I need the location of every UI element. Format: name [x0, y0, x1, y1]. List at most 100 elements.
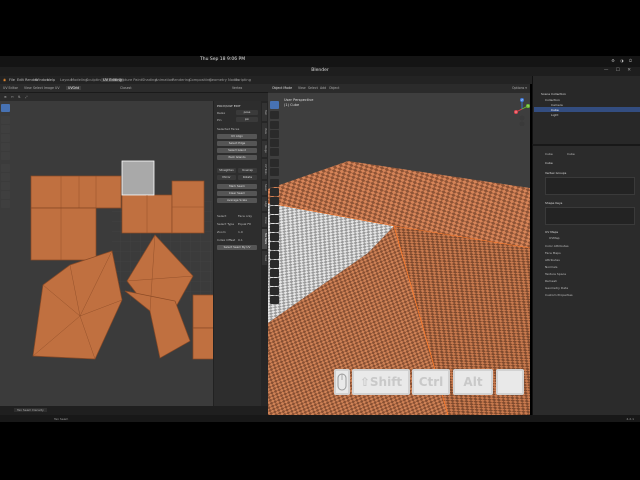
tab-uv-tools[interactable]: UV Tools [262, 159, 267, 179]
menu-file[interactable]: File [9, 78, 15, 82]
mesh-data-selector[interactable]: Cube [545, 161, 553, 165]
menu-help[interactable]: Help [47, 78, 55, 82]
pinch-tool-icon[interactable] [1, 191, 10, 199]
vp-spin-icon[interactable] [270, 233, 279, 241]
vp-inset-icon[interactable] [270, 188, 279, 196]
outliner-item-cube[interactable]: Cube [551, 108, 559, 112]
prop-data-name[interactable]: Cube [567, 152, 575, 156]
outliner-item-collection[interactable]: Collection [545, 98, 560, 102]
navigation-gizmo[interactable]: Z Y X [513, 96, 531, 127]
section-texture-space[interactable]: Texture Space [545, 272, 566, 276]
vp-cursor-icon[interactable] [270, 111, 279, 119]
tab-tool[interactable]: Tool [262, 103, 267, 121]
vp-shrink-icon[interactable] [270, 260, 279, 268]
vp-extrude-icon[interactable] [270, 179, 279, 187]
tab-animation[interactable]: Animation [155, 78, 173, 82]
shape-keys-list[interactable] [545, 207, 635, 225]
tab-scripting[interactable]: Scripting [235, 78, 251, 82]
select-edge-button[interactable]: Select Edge [217, 141, 257, 146]
uv-align-button[interactable]: UV Align [217, 134, 257, 139]
clear-seam-button[interactable]: Clear Seam [217, 191, 257, 196]
vp-smooth-icon[interactable] [270, 242, 279, 250]
section-face-maps[interactable]: Face Maps [545, 251, 561, 255]
vp-polyquilt-icon[interactable] [270, 287, 279, 295]
section-shape-keys[interactable]: Shape Keys [545, 201, 562, 205]
vp-polybuild-icon[interactable] [270, 224, 279, 232]
tool-option-3[interactable]: ⇅ [18, 95, 21, 99]
index-offset-value[interactable]: 0.1 [238, 238, 243, 242]
tab-draw[interactable]: Draw [262, 213, 267, 227]
vp-menu-view[interactable]: View [298, 86, 306, 90]
tab-seam[interactable]: Seam [262, 181, 267, 195]
vp-menu-add[interactable]: Add [320, 86, 326, 90]
vp-transform-icon[interactable] [270, 148, 279, 156]
tab-tex-tools[interactable]: Tex Tools [262, 229, 267, 249]
uv-menu-image[interactable]: Image [44, 86, 54, 90]
snap-dropdown[interactable]: Closest [120, 86, 132, 90]
relax-tool-icon[interactable] [1, 182, 10, 190]
vp-shear-icon[interactable] [270, 269, 279, 277]
select-tool-icon[interactable] [1, 104, 10, 112]
average-scale-button[interactable]: Average Scale [217, 198, 257, 203]
rip-tool-icon[interactable] [1, 200, 10, 208]
vertex-groups-list[interactable] [545, 177, 635, 195]
transform-tool-icon[interactable] [1, 152, 10, 160]
prop-object-name[interactable]: Cube [545, 152, 553, 156]
tab-modeling[interactable]: Modeling [71, 78, 87, 82]
editor-type-dropdown[interactable]: UV Editor [3, 86, 18, 90]
tab-rendering[interactable]: Rendering [172, 78, 190, 82]
select-seam-button[interactable]: Select Seam By UV [217, 245, 257, 250]
section-geometry-data[interactable]: Geometry Data [545, 286, 568, 290]
uv-menu-select[interactable]: Select [33, 86, 43, 90]
outliner-item-light[interactable]: Light [551, 113, 559, 117]
mode-dropdown[interactable]: Object Mode [272, 86, 292, 90]
tab-image[interactable]: Image [262, 141, 267, 157]
uv-menu-uv[interactable]: UV [55, 86, 60, 90]
section-attributes[interactable]: Attributes [545, 258, 560, 262]
rotate-button[interactable]: Rotate [238, 175, 257, 180]
section-custom-properties[interactable]: Custom Properties [545, 293, 573, 297]
vp-measure-icon[interactable] [270, 168, 279, 176]
sync-mode[interactable]: Vertex [232, 86, 242, 90]
rotate-tool-icon[interactable] [1, 134, 10, 142]
window-controls[interactable]: — ☐ ✕ [604, 68, 634, 73]
cursor-tool-icon[interactable] [1, 116, 10, 124]
section-uv-maps[interactable]: UV Maps [545, 230, 558, 234]
vp-annotate-icon[interactable] [270, 159, 279, 167]
relax-value[interactable]: pose [236, 110, 258, 115]
unwrap-button[interactable]: Unwrap [238, 168, 257, 173]
annotate-tool-icon[interactable] [1, 164, 10, 172]
outliner-scene-collection[interactable]: Scene Collection [541, 92, 566, 96]
vp-move-icon[interactable] [270, 121, 279, 129]
tab-texel[interactable]: Texel [262, 251, 267, 265]
straighten-button[interactable]: Straighten [217, 168, 236, 173]
uv-menu-view[interactable]: View [24, 86, 32, 90]
row-selected-faces[interactable]: Selected Faces [217, 127, 239, 131]
uv-editor-canvas[interactable] [0, 101, 230, 406]
zoom-value[interactable]: 1.0 [238, 230, 243, 234]
uv-islands[interactable] [0, 101, 230, 406]
vp-select-icon[interactable] [270, 101, 279, 109]
vp-rotate-icon[interactable] [270, 130, 279, 138]
vp-knife-icon[interactable] [270, 215, 279, 223]
uvmap-item[interactable]: UVMap [549, 236, 560, 240]
select-island-button[interactable]: Select Island [217, 148, 257, 153]
vp-extra-icon[interactable] [270, 296, 279, 304]
move-tool-icon[interactable] [1, 125, 10, 133]
tool-option-1[interactable]: ⊕ [4, 95, 7, 99]
tab-align[interactable]: Align [262, 197, 267, 211]
image-selector[interactable]: UVGrid [66, 86, 82, 90]
blender-logo-icon[interactable]: ◉ [3, 78, 6, 82]
grab-tool-icon[interactable] [1, 173, 10, 181]
outliner-selected-row[interactable] [534, 107, 640, 112]
system-tray[interactable]: ⚙ ◑ ⏻ [611, 58, 634, 63]
select-value[interactable]: Face only [238, 214, 252, 218]
select-type-value[interactable]: Equal Fit [238, 222, 251, 226]
tool-option-2[interactable]: ↔ [11, 95, 14, 99]
vp-edge-slide-icon[interactable] [270, 251, 279, 259]
vp-menu-object[interactable]: Object [329, 86, 339, 90]
menu-edit[interactable]: Edit [17, 78, 24, 82]
section-color-attributes[interactable]: Color Attributes [545, 244, 569, 248]
tab-view[interactable]: View [262, 123, 267, 139]
section-normals[interactable]: Normals [545, 265, 557, 269]
